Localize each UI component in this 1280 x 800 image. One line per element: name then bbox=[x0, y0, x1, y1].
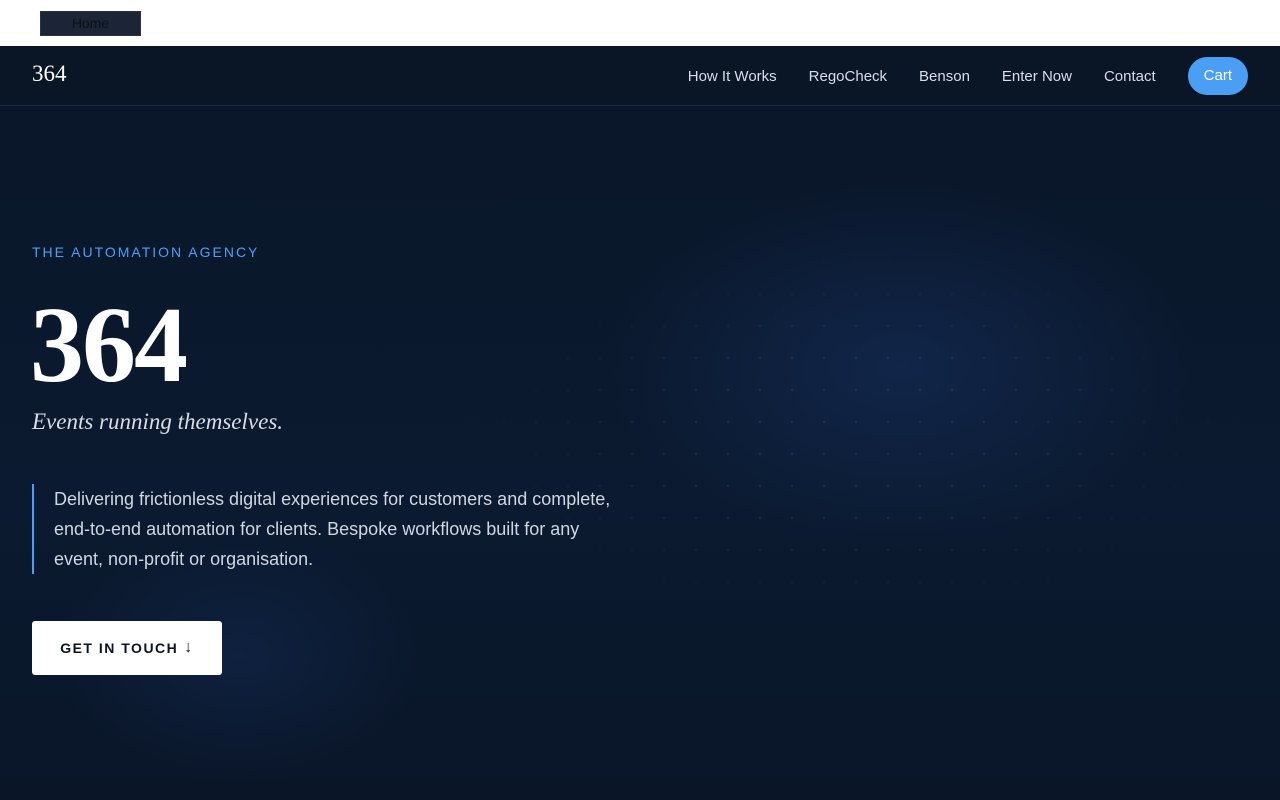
hero-title: 364 bbox=[30, 286, 188, 405]
nav-link-enter-now[interactable]: Enter Now bbox=[1002, 68, 1072, 85]
nav-links: How It Works RegoCheck Benson Enter Now … bbox=[656, 57, 1248, 95]
hero-description: Delivering frictionless digital experien… bbox=[32, 484, 614, 574]
nav-link-benson[interactable]: Benson bbox=[919, 68, 970, 85]
nav-link-regocheck[interactable]: RegoCheck bbox=[809, 68, 887, 85]
get-in-touch-label: GET IN TOUCH bbox=[60, 640, 179, 656]
browser-top-strip: Home bbox=[0, 0, 1280, 46]
get-in-touch-button[interactable]: GET IN TOUCH ↓ bbox=[32, 621, 222, 675]
cart-button[interactable]: Cart bbox=[1187, 57, 1248, 95]
home-button[interactable]: Home bbox=[40, 11, 141, 36]
page-content: 364 How It Works RegoCheck Benson Enter … bbox=[0, 46, 1280, 800]
brand-logo[interactable]: 364 bbox=[32, 61, 67, 87]
hero-eyebrow: THE AUTOMATION AGENCY bbox=[32, 244, 260, 260]
hero-tagline: Events running themselves. bbox=[32, 409, 284, 434]
nav-link-contact[interactable]: Contact bbox=[1104, 68, 1156, 85]
nav-link-how-it-works[interactable]: How It Works bbox=[688, 68, 777, 85]
site-navbar: 364 How It Works RegoCheck Benson Enter … bbox=[0, 46, 1280, 106]
arrow-down-icon: ↓ bbox=[184, 639, 194, 656]
